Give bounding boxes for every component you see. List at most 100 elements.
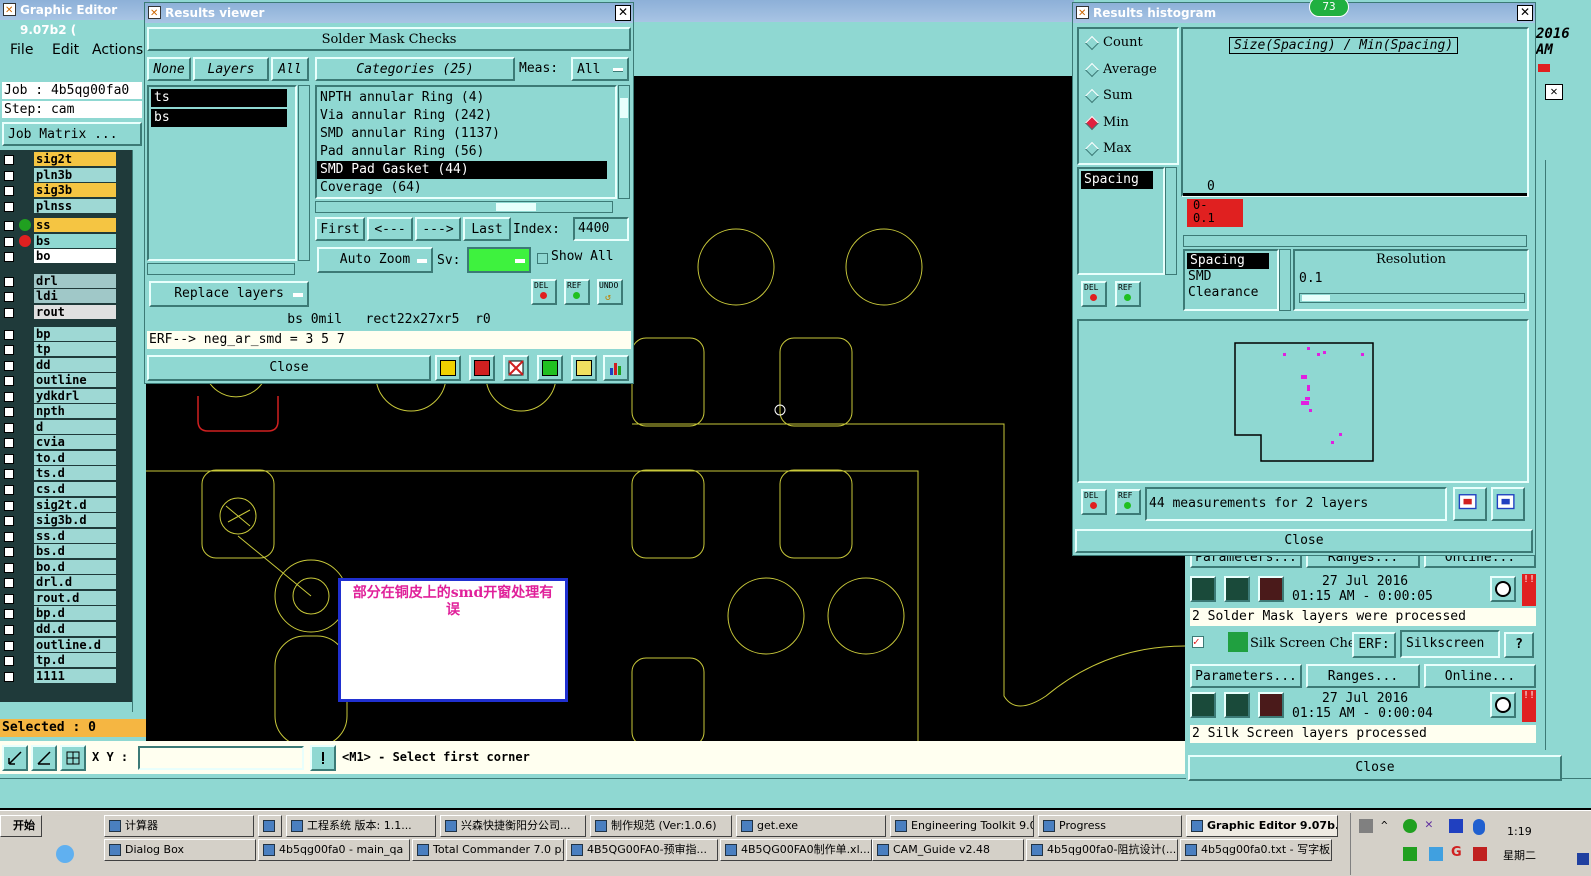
layer-item-bs[interactable]: bs	[151, 109, 287, 127]
layer-list-box[interactable]: ts bs	[147, 85, 297, 261]
taskbar-item[interactable]: Engineering Toolkit 9.0...	[890, 815, 1034, 837]
item-list[interactable]: Spacing	[1077, 167, 1165, 275]
hist-ref-icon-2[interactable]: REF	[1115, 489, 1141, 515]
taskbar-item[interactable]: 4B5QG00FA0制作单.xl...	[720, 839, 872, 861]
alert-icon[interactable]	[310, 745, 336, 771]
run-step-icon-2[interactable]	[1224, 692, 1250, 718]
right-vscroll[interactable]	[1545, 160, 1559, 750]
layer-row-drl[interactable]: drl	[0, 273, 117, 289]
layer-row-drl-d[interactable]: drl.d	[0, 575, 117, 590]
radio-icon[interactable]	[1084, 88, 1100, 104]
histogram-close-button[interactable]: Close	[1075, 529, 1533, 553]
layer-checkbox[interactable]	[4, 640, 14, 651]
layer-checkbox[interactable]	[4, 609, 14, 620]
tray-antenna-icon[interactable]	[1449, 819, 1463, 833]
layer-row-ldi[interactable]: ldi	[0, 289, 117, 304]
layer-row-bs-d[interactable]: bs.d	[0, 544, 117, 559]
layer-row-cvia[interactable]: cvia	[0, 435, 117, 450]
layer-list-hscroll[interactable]	[147, 263, 295, 275]
help-button[interactable]: ?	[1504, 632, 1534, 658]
results-viewer-close-button[interactable]: Close	[147, 355, 431, 381]
tray-x-icon[interactable]: ✕	[1425, 817, 1433, 832]
layer-checkbox[interactable]	[4, 516, 14, 527]
hist-ref-icon[interactable]: REF	[1115, 281, 1141, 307]
layer-row-tp[interactable]: tp	[0, 342, 117, 357]
category-item[interactable]: Pad annular Ring (56)	[317, 143, 615, 161]
layer-checkbox[interactable]	[4, 276, 14, 287]
tray-bluetooth-icon[interactable]	[1473, 819, 1485, 835]
undo-icon[interactable]: UNDO ↺	[597, 279, 623, 305]
zoom-icon-1[interactable]	[1490, 576, 1516, 602]
taskbar-item[interactable]: Dialog Box	[104, 839, 256, 861]
parameters-button-2[interactable]: Parameters...	[1190, 664, 1302, 688]
layer-checkbox[interactable]	[4, 485, 14, 495]
warning-icon[interactable]	[435, 355, 461, 381]
tray-red-icon[interactable]	[1473, 847, 1487, 861]
right-close-icon[interactable]: ✕	[1545, 84, 1563, 100]
menu-file[interactable]: File	[10, 42, 33, 58]
clock[interactable]: 1:19	[1507, 825, 1532, 838]
category-item[interactable]: Via annular Ring (242)	[317, 107, 615, 125]
sv-color-dropdown[interactable]	[467, 247, 531, 273]
layer-row-ydkdrl[interactable]: ydkdrl	[0, 388, 117, 404]
layer-row-tp-d[interactable]: tp.d	[0, 653, 117, 668]
layer-row-ss[interactable]: ss	[0, 218, 117, 233]
close-icon[interactable]: ✕	[1517, 5, 1533, 21]
layer-row-d[interactable]: d	[0, 419, 117, 435]
measure-icon[interactable]	[31, 745, 57, 771]
show-all-checkbox[interactable]	[537, 253, 548, 264]
layer-checkbox[interactable]	[4, 562, 14, 573]
tray-desktop-icon[interactable]	[1577, 853, 1589, 865]
job-matrix-button[interactable]: Job Matrix ...	[2, 122, 142, 146]
layer-checkbox[interactable]	[4, 531, 14, 542]
next-button[interactable]: --->	[415, 217, 461, 241]
cross-icon[interactable]	[503, 355, 529, 381]
layer-checkbox[interactable]	[4, 360, 14, 371]
layer-checkbox[interactable]	[4, 671, 14, 682]
layer-row-bp-d[interactable]: bp.d	[0, 606, 117, 621]
taskbar-item[interactable]: 4b5qg00fa0-阻抗设计(...	[1026, 839, 1178, 861]
layer-row-to-d[interactable]: to.d	[0, 450, 117, 466]
stop-run-icon-2[interactable]	[1258, 692, 1284, 718]
category-item[interactable]: Coverage (64)	[317, 179, 615, 197]
taskbar-item[interactable]: 制作规范 (Ver:1.0.6)	[590, 815, 732, 837]
taskbar-item[interactable]: Total Commander 7.0 p...	[412, 839, 564, 861]
number-icon[interactable]	[537, 355, 563, 381]
erf-value-field[interactable]: Silkscreen	[1400, 630, 1500, 658]
tray-shield-icon[interactable]	[1359, 819, 1373, 833]
layer-row-plnss[interactable]: plnss	[0, 198, 117, 214]
type-spacing[interactable]: Spacing	[1187, 253, 1269, 269]
layer-checkbox[interactable]	[4, 438, 14, 449]
layer-row-outline[interactable]: outline	[0, 373, 117, 388]
start-button[interactable]: 开始	[0, 815, 42, 837]
layer-row-1111[interactable]: 1111	[0, 668, 117, 684]
online-button-2[interactable]: Online...	[1424, 664, 1536, 688]
layer-row-ts-d[interactable]: ts.d	[0, 466, 117, 481]
categories-list[interactable]: NPTH annular Ring (4) Via annular Ring (2…	[315, 85, 617, 199]
layer-item-ts[interactable]: ts	[151, 89, 287, 107]
silk-checkbox[interactable]: ✓	[1192, 636, 1204, 648]
layer-checkbox[interactable]	[4, 307, 14, 318]
option-sum[interactable]: Sum	[1079, 86, 1177, 108]
item-list-vscroll[interactable]	[1165, 167, 1177, 275]
layer-checkbox[interactable]	[4, 186, 14, 197]
replace-layers-dropdown[interactable]: Replace layers	[149, 281, 309, 307]
layer-row-bo[interactable]: bo	[0, 249, 117, 264]
layer-checkbox[interactable]	[4, 292, 14, 303]
tray-arrow-icon[interactable]: ^	[1381, 819, 1388, 832]
taskbar-item[interactable]: Progress	[1038, 815, 1182, 837]
layer-checkbox[interactable]	[4, 469, 14, 480]
layer-checkbox[interactable]	[4, 453, 14, 464]
layer-list-scrollbar[interactable]	[132, 150, 144, 712]
menu-edit[interactable]: Edit	[52, 42, 79, 58]
option-average[interactable]: Average	[1079, 60, 1177, 82]
layer-row-dd-d[interactable]: dd.d	[0, 621, 117, 637]
zoom-area-icon[interactable]	[2, 745, 28, 771]
type-clearance[interactable]: Clearance	[1185, 285, 1277, 301]
layer-row-rout-d[interactable]: rout.d	[0, 590, 117, 606]
layer-row-outline-d[interactable]: outline.d	[0, 637, 117, 653]
categories-button[interactable]: Categories (25)	[315, 57, 515, 81]
layer-checkbox[interactable]	[4, 500, 14, 511]
category-item[interactable]: NPTH annular Ring (4)	[317, 89, 615, 107]
histogram-icon[interactable]	[603, 355, 629, 381]
